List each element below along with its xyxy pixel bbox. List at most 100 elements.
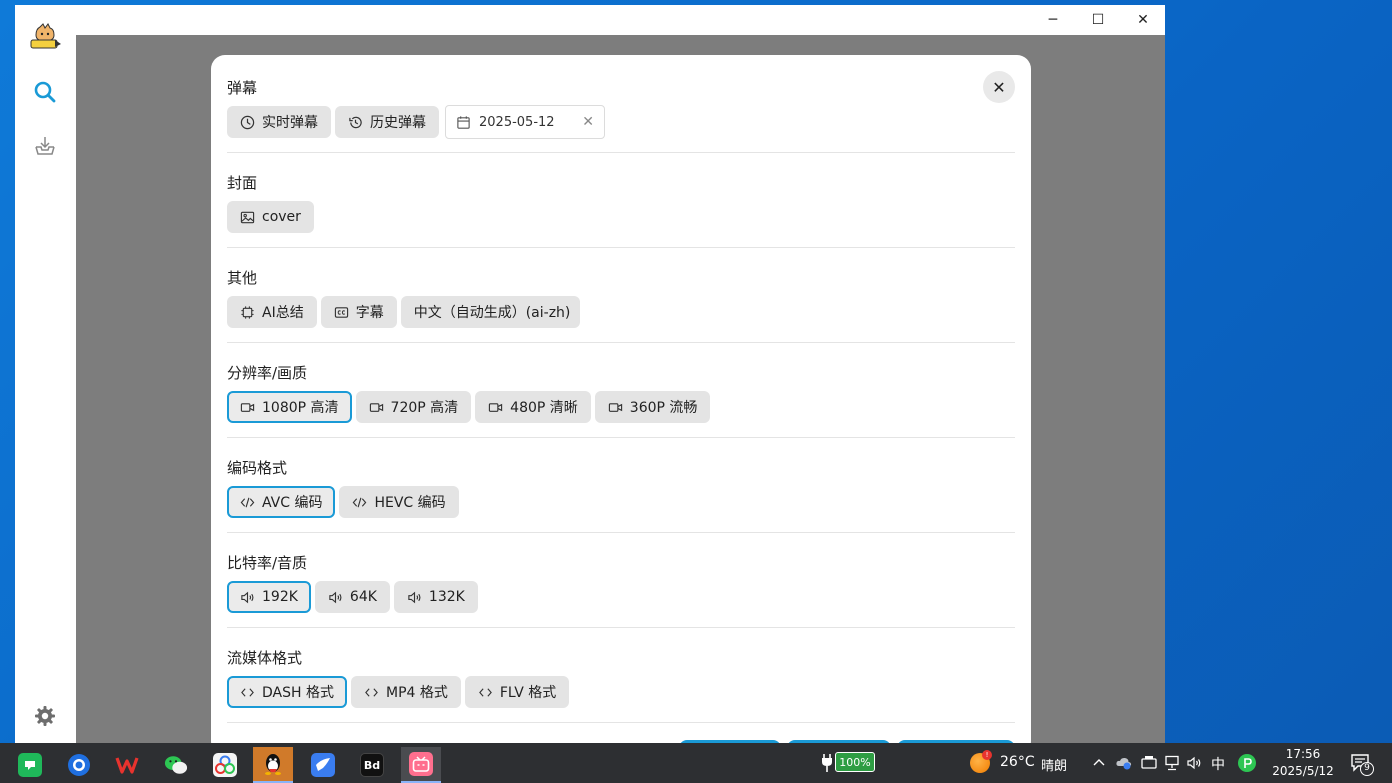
volume-icon <box>241 591 254 603</box>
date-picker-input[interactable]: 2025-05-12 ✕ <box>445 105 605 139</box>
chevrons-code-icon <box>365 687 378 697</box>
usb-drive-icon[interactable] <box>1140 755 1158 774</box>
weather-temp: 26°C <box>1000 754 1035 770</box>
section-codec: 编码格式 AVC 编码 HEVC 编码 <box>227 438 1015 533</box>
format-mp4-button[interactable]: MP4 格式 <box>350 676 461 708</box>
section-title: 其他 <box>227 269 258 287</box>
minimize-icon: ─ <box>1048 12 1058 28</box>
closed-caption-icon <box>334 306 348 318</box>
chip-label: HEVC 编码 <box>374 495 446 511</box>
video-camera-icon <box>489 402 503 412</box>
sidebar <box>15 5 76 743</box>
cloud-drive-icon <box>213 753 237 777</box>
codec-hevc-button[interactable]: HEVC 编码 <box>339 486 459 518</box>
history-danmaku-button[interactable]: 历史弹幕 <box>335 106 439 138</box>
chip-label: cover <box>262 209 301 225</box>
clock-date: 2025/5/12 <box>1272 764 1334 778</box>
notification-count-badge: 9 <box>1360 762 1374 776</box>
video-camera-icon <box>369 402 383 412</box>
taskbar-app-wps[interactable] <box>107 747 147 783</box>
subtitle-button[interactable]: 字幕 <box>320 296 397 328</box>
code-icon <box>240 497 255 507</box>
close-icon: ✕ <box>1137 12 1149 28</box>
battery-percent: 100% <box>839 755 871 769</box>
chip-label: 历史弹幕 <box>370 115 426 131</box>
input-method-p-icon[interactable] <box>1238 754 1256 772</box>
maximize-icon: ☐ <box>1091 12 1105 28</box>
bd-app-icon: Bd <box>360 753 384 777</box>
section-title: 弹幕 <box>227 79 258 97</box>
ai-summary-button[interactable]: AI总结 <box>227 296 317 328</box>
taskbar-app-qq[interactable] <box>253 747 293 783</box>
power-plug-icon[interactable] <box>820 753 834 776</box>
wps-icon <box>115 753 139 777</box>
format-flv-button[interactable]: FLV 格式 <box>464 676 570 708</box>
section-bitrate: 比特率/音质 192K 64K 132K <box>227 533 1015 628</box>
history-icon <box>349 116 362 128</box>
bitrate-132k-button[interactable]: 132K <box>393 581 478 613</box>
resolution-720p-button[interactable]: 720P 高清 <box>355 391 472 423</box>
chip-label: FLV 格式 <box>499 685 557 701</box>
network-icon[interactable] <box>1163 755 1181 774</box>
resolution-1080p-button[interactable]: 1080P 高清 <box>227 391 352 423</box>
weather-desc: 晴朗 <box>1041 759 1068 774</box>
image-icon <box>240 211 255 223</box>
chevron-up-icon[interactable] <box>1092 755 1106 772</box>
app-window: ─ ☐ ✕ ✕ 弹幕 实时弹幕 历史弹幕 2025-05-12 ✕ 封面 cov… <box>15 5 1165 743</box>
chip-label: 192K <box>262 589 298 605</box>
cover-button[interactable]: cover <box>227 201 314 233</box>
close-window-button[interactable]: ✕ <box>1120 5 1165 35</box>
chip-label: 480P 清晰 <box>510 400 578 416</box>
gear-icon[interactable] <box>33 704 57 728</box>
maximize-button[interactable]: ☐ <box>1075 5 1121 35</box>
section-title: 编码格式 <box>227 459 288 477</box>
bird-icon <box>311 753 335 777</box>
chip-label: AI总结 <box>262 305 304 321</box>
qq-penguin-icon <box>261 752 285 776</box>
chip-label: 132K <box>428 589 465 605</box>
chip-label: 720P 高清 <box>390 400 459 416</box>
taskbar-app-feishu[interactable] <box>303 747 343 783</box>
chevrons-code-icon <box>241 687 254 697</box>
bitrate-64k-button[interactable]: 64K <box>314 581 390 613</box>
code-icon <box>353 497 367 507</box>
volume-icon[interactable] <box>1186 755 1204 774</box>
codec-avc-button[interactable]: AVC 编码 <box>227 486 336 518</box>
taskbar-app-bd[interactable]: Bd <box>352 747 392 783</box>
clear-date-icon[interactable]: ✕ <box>582 114 594 130</box>
chip-label: 字幕 <box>355 305 384 321</box>
volume-icon <box>408 591 421 603</box>
taskbar-app-wechat[interactable] <box>156 747 196 783</box>
title-bar: ─ ☐ ✕ <box>15 5 1165 35</box>
format-dash-button[interactable]: DASH 格式 <box>227 676 347 708</box>
section-danmaku: 弹幕 实时弹幕 历史弹幕 2025-05-12 ✕ <box>227 58 1015 153</box>
minimize-button[interactable]: ─ <box>1030 5 1076 35</box>
input-method-indicator[interactable]: 中 <box>1211 754 1225 774</box>
download-icon[interactable] <box>33 134 57 158</box>
resolution-480p-button[interactable]: 480P 清晰 <box>475 391 591 423</box>
taskbar: Bd 100% ! 26°C 晴朗 中 17:56 2025/5/12 9 <box>0 743 1392 783</box>
bitrate-192k-button[interactable]: 192K <box>227 581 311 613</box>
notification-icon[interactable]: 9 <box>1350 753 1374 776</box>
search-icon[interactable] <box>33 80 57 104</box>
system-clock[interactable]: 17:56 2025/5/12 <box>1268 746 1338 780</box>
section-stream-format: 流媒体格式 DASH 格式 MP4 格式 FLV 格式 <box>227 628 1015 723</box>
weather-alert-badge: ! <box>982 750 992 760</box>
taskbar-app-messages[interactable] <box>10 747 50 783</box>
realtime-danmaku-button[interactable]: 实时弹幕 <box>227 106 331 138</box>
weather-sun-icon[interactable]: ! <box>970 750 992 773</box>
wechat-icon <box>164 753 188 777</box>
bd-label: Bd <box>363 758 381 772</box>
video-camera-icon <box>240 402 255 412</box>
taskbar-app-browser[interactable] <box>59 747 99 783</box>
taskbar-app-downloader[interactable] <box>401 747 441 783</box>
date-value: 2025-05-12 <box>479 114 555 130</box>
chat-app-icon <box>18 753 42 777</box>
section-title: 封面 <box>227 174 258 192</box>
subtitle-language-select[interactable]: 中文（自动生成）(ai-zh) <box>400 296 580 328</box>
taskbar-app-cloud[interactable] <box>205 747 245 783</box>
cloud-sync-icon[interactable] <box>1115 755 1133 774</box>
section-other: 其他 AI总结 字幕 中文（自动生成）(ai-zh) <box>227 248 1015 343</box>
resolution-360p-button[interactable]: 360P 流畅 <box>594 391 711 423</box>
battery-indicator[interactable]: 100% <box>835 752 875 772</box>
